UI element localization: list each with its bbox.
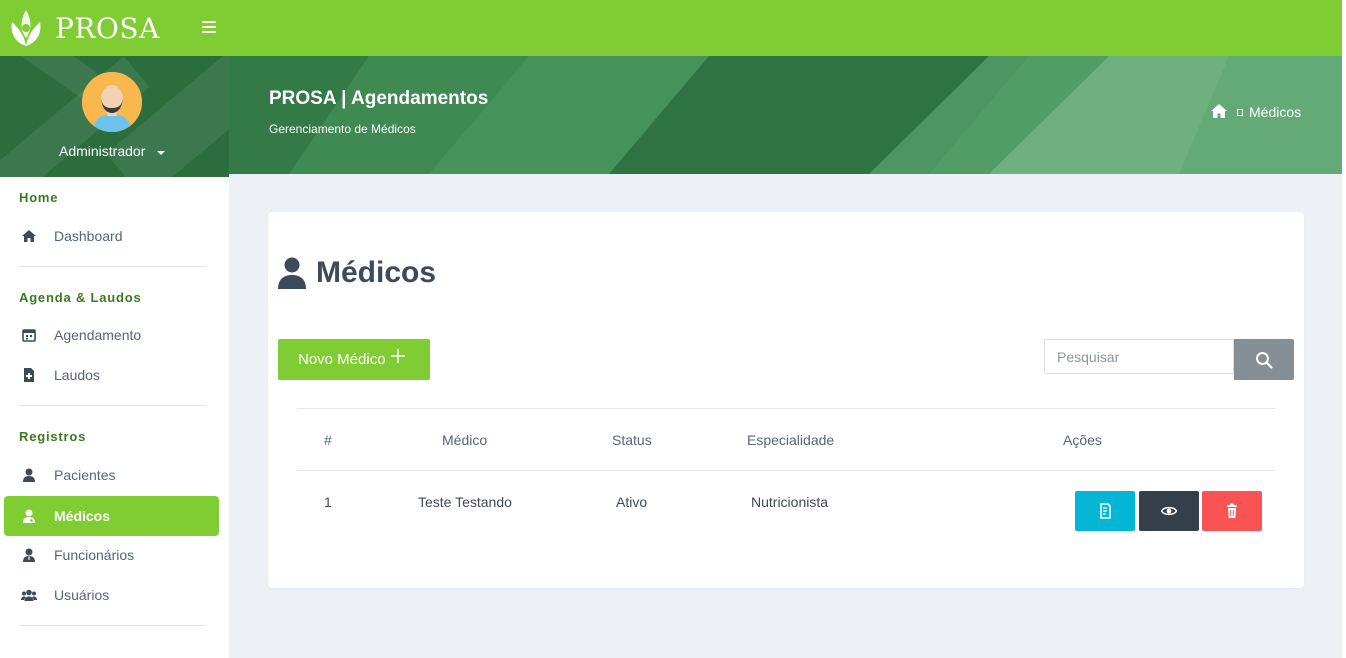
sidebar: Administrador Home Dashboard Agenda & La… [0,56,229,658]
nav-caption-agenda: Agenda & Laudos [19,290,142,305]
medicos-card: Médicos Novo Médico # Médico Status Espe… [268,212,1304,588]
sidebar-item-label: Funcionários [54,547,135,563]
page-title: Médicos [316,256,437,289]
banner-background [229,56,1342,174]
doctor-title-icon [278,257,306,289]
calendar-icon [22,329,36,342]
column-header-medico: Médico [442,432,488,448]
menu-toggle-icon[interactable] [199,18,219,36]
column-header-especialidade: Especialidade [747,432,835,448]
window-edge [1342,0,1346,658]
breadcrumb-separator-icon [1237,109,1243,116]
table-top-border [297,408,1275,409]
sidebar-item-medicos[interactable]: Médicos [4,496,219,536]
avatar-icon [82,72,142,132]
cell-medico: Teste Testando [418,494,512,510]
app-logo-text[interactable]: PROSA [55,12,160,45]
cell-status: Ativo [616,494,648,510]
column-header-acoes: Ações [1063,432,1102,448]
view-button[interactable] [1139,491,1199,531]
edit-document-icon [1100,503,1111,519]
page-header-banner: PROSA | Agendamentos Gerenciamento de Mé… [229,56,1342,174]
column-header-id: # [324,432,332,448]
sidebar-item-label: Agendamento [54,327,142,343]
nav-divider [19,625,206,626]
page-header-title: PROSA | Agendamentos [269,88,489,109]
sidebar-item-usuarios[interactable]: Usuários [4,575,219,615]
trash-icon [1227,503,1237,518]
user-panel: Administrador [0,56,229,177]
plus-icon [391,349,405,363]
nav-divider [19,266,206,267]
nav-caption-registros: Registros [19,429,87,444]
sidebar-item-label: Dashboard [54,228,123,244]
sidebar-item-agendamento[interactable]: Agendamento [4,315,219,355]
column-header-status: Status [612,432,652,448]
sidebar-item-label: Pacientes [54,467,116,483]
page-header-subtitle: Gerenciamento de Médicos [269,122,416,136]
prosa-logo-icon [11,10,41,46]
user-name[interactable]: Administrador [59,143,145,159]
table-header-border [297,470,1275,471]
breadcrumb-home-icon[interactable] [1211,104,1227,118]
doctor-icon [23,509,35,523]
avatar[interactable] [82,72,142,132]
sidebar-item-pacientes[interactable]: Pacientes [4,455,219,495]
new-medico-label: Novo Médico [298,351,386,368]
nav-caption-home: Home [19,190,59,205]
users-icon [21,589,37,601]
cell-especialidade: Nutricionista [751,494,829,510]
top-navbar: PROSA [0,0,1342,56]
delete-button[interactable] [1202,491,1262,531]
search-button[interactable] [1234,339,1294,380]
sidebar-item-laudos[interactable]: Laudos [4,355,219,395]
employee-icon [23,548,35,562]
cell-id: 1 [324,494,332,510]
edit-button[interactable] [1075,491,1135,531]
user-dropdown-caret-icon[interactable] [157,151,165,155]
breadcrumb-current: Médicos [1249,104,1302,120]
sidebar-item-label: Usuários [54,587,110,603]
nav-divider [19,405,206,406]
sidebar-item-label: Médicos [54,508,111,524]
sidebar-item-dashboard[interactable]: Dashboard [4,216,219,256]
search-input[interactable] [1044,339,1234,374]
new-medico-button[interactable]: Novo Médico [278,339,430,380]
sidebar-item-label: Laudos [54,367,100,383]
home-icon [22,230,36,242]
eye-icon [1161,506,1177,516]
medical-file-icon [24,368,34,382]
search-icon [1256,352,1273,369]
user-icon [23,468,35,482]
sidebar-item-funcionarios[interactable]: Funcionários [4,535,219,575]
